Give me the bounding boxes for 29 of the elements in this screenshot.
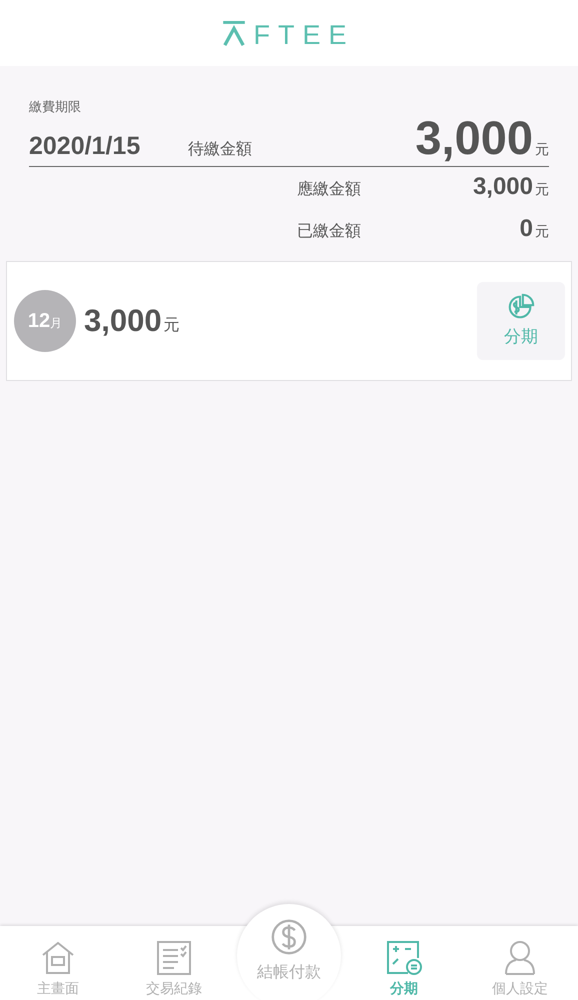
logo-text: FTEE xyxy=(253,24,354,46)
due-date: 2020/1/15 xyxy=(29,132,140,161)
currency-unit: 元 xyxy=(535,222,549,241)
dollar-icon xyxy=(270,918,308,956)
pie-chart-dollar-icon xyxy=(507,293,535,322)
nav-tab[interactable]: 交易紀錄 xyxy=(116,926,232,1000)
nav-tab[interactable]: 分期 xyxy=(346,926,462,1000)
due-label: 繳費期限 xyxy=(29,99,82,116)
nav-tab[interactable]: 結帳付款 xyxy=(237,904,341,1000)
pending-amount: 3,000 xyxy=(415,112,533,164)
currency-unit: 元 xyxy=(535,141,549,159)
amount-value: 0 xyxy=(520,214,533,243)
nav-tab[interactable]: 個人設定 xyxy=(462,926,578,1000)
house-icon xyxy=(40,940,76,976)
currency-unit: 元 xyxy=(164,315,180,336)
person-icon xyxy=(502,940,538,976)
currency-unit: 元 xyxy=(535,180,549,199)
amount-label: 應繳金額 xyxy=(297,178,361,200)
logo-icon xyxy=(223,20,246,46)
month-unit: 月 xyxy=(50,314,62,332)
nav-tab[interactable]: 主畫面 xyxy=(0,926,116,1000)
pending-label: 待繳金額 xyxy=(188,139,254,160)
calculator-icon xyxy=(386,940,422,976)
bill-amount: 3,000 xyxy=(84,302,162,339)
checklist-icon xyxy=(156,940,192,976)
amount-value: 3,000 xyxy=(472,172,533,201)
month-number: 12 xyxy=(28,310,50,333)
installment-button[interactable]: 分期 xyxy=(477,282,565,360)
amount-label: 已繳金額 xyxy=(297,220,361,242)
